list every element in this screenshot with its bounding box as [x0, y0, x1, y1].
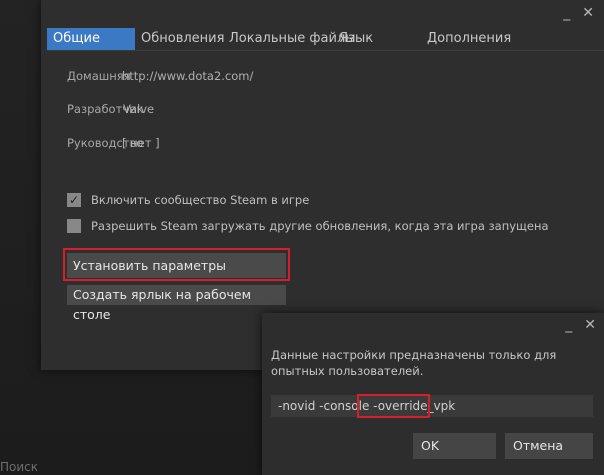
close-icon[interactable]: ✕ — [582, 5, 594, 21]
tab-dlc[interactable]: Дополнения — [427, 28, 511, 50]
tab-local-files[interactable]: Локальные файлы — [229, 28, 356, 50]
manual-value[interactable]: [ нет ] — [122, 136, 160, 150]
window-controls: _ ✕ — [563, 5, 594, 21]
launch-options-input[interactable]: -novid -console -override_vpk — [271, 395, 593, 417]
developer-value: Valve — [123, 102, 155, 116]
checkbox-checked-icon[interactable]: ✓ — [67, 193, 81, 207]
dialog-window-controls: _ ✕ — [565, 317, 596, 333]
search-label[interactable]: Поиск — [0, 460, 38, 474]
properties-tabs: Общие Обновления Локальные файлы Язык До… — [47, 28, 604, 51]
minimize-icon[interactable]: _ — [563, 5, 570, 21]
close-icon[interactable]: ✕ — [584, 317, 596, 333]
override-vpk-highlight — [357, 394, 430, 418]
background-updates-checkbox-row[interactable]: Разрешить Steam загружать другие обновле… — [67, 219, 549, 233]
create-desktop-shortcut-button[interactable]: Создать ярлык на рабочем столе — [67, 285, 286, 322]
cancel-button[interactable]: Отмена — [505, 433, 593, 459]
launch-options-highlight — [63, 248, 290, 281]
overlay-checkbox-row[interactable]: ✓ Включить сообщество Steam в игре — [67, 193, 309, 207]
launch-options-dialog: _ ✕ Данные настройки предназначены тольк… — [262, 313, 604, 475]
tab-updates[interactable]: Обновления — [141, 28, 224, 50]
background-updates-checkbox-label: Разрешить Steam загружать другие обновле… — [91, 219, 549, 233]
overlay-checkbox-label: Включить сообщество Steam в игре — [91, 193, 310, 207]
homepage-link[interactable]: http://www.dota2.com/ — [122, 69, 253, 83]
tab-general[interactable]: Общие — [47, 28, 135, 50]
checkbox-unchecked-icon[interactable] — [67, 219, 81, 233]
dialog-message: Данные настройки предназначены только дл… — [271, 348, 557, 378]
ok-button[interactable]: OK — [413, 433, 496, 459]
minimize-icon[interactable]: _ — [565, 317, 572, 333]
tab-language[interactable]: Язык — [339, 28, 373, 50]
